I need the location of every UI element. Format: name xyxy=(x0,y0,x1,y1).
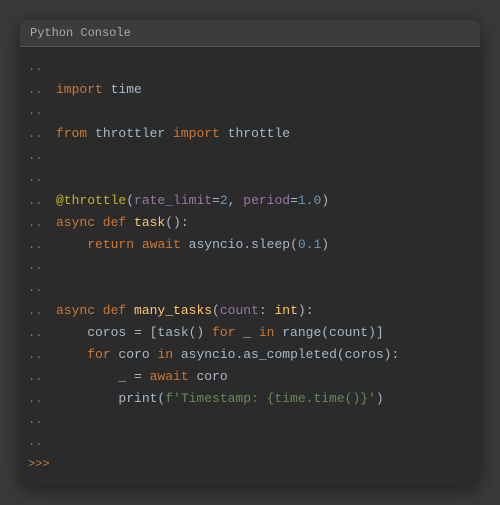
prompt: .. xyxy=(28,367,56,387)
prompt: .. xyxy=(28,80,56,100)
prompt: .. xyxy=(28,57,56,77)
prompt: .. xyxy=(28,389,56,409)
cursor-line[interactable]: >>> xyxy=(20,454,480,474)
line-def-task: .. async def task(): xyxy=(20,212,480,234)
line-from-import: .. from throttler import throttle xyxy=(20,123,480,145)
repl-prompt: >>> xyxy=(28,454,56,474)
prompt: .. xyxy=(28,301,56,321)
prompt: .. xyxy=(28,323,56,343)
line-1: .. xyxy=(20,57,480,79)
prompt: .. xyxy=(28,146,56,166)
prompt: .. xyxy=(28,124,56,144)
prompt: .. xyxy=(28,235,56,255)
line-empty-2: .. xyxy=(20,146,480,168)
python-console-window: Python Console .. .. import time .. .. f… xyxy=(20,20,480,484)
prompt: .. xyxy=(28,410,56,430)
window-title: Python Console xyxy=(30,26,131,40)
prompt: .. xyxy=(28,256,56,276)
prompt: .. xyxy=(28,168,56,188)
code-area[interactable]: .. .. import time .. .. from throttler i… xyxy=(20,47,480,484)
line-for-coro: .. for coro in asyncio.as_completed(coro… xyxy=(20,344,480,366)
line-empty-4: .. xyxy=(20,256,480,278)
line-empty-1: .. xyxy=(20,101,480,123)
line-import-time: .. import time xyxy=(20,79,480,101)
prompt: .. xyxy=(28,345,56,365)
line-return: .. return await asyncio.sleep(0.1) xyxy=(20,234,480,256)
title-bar: Python Console xyxy=(20,20,480,47)
line-coros: .. coros = [task() for _ in range(count)… xyxy=(20,322,480,344)
prompt: .. xyxy=(28,213,56,233)
line-empty-3: .. xyxy=(20,168,480,190)
line-def-many-tasks: .. async def many_tasks(count: int): xyxy=(20,300,480,322)
prompt: .. xyxy=(28,278,56,298)
line-empty-7: .. xyxy=(20,432,480,454)
line-print: .. print(f'Timestamp: {time.time()}') xyxy=(20,388,480,410)
line-empty-6: .. xyxy=(20,410,480,432)
line-empty-5: .. xyxy=(20,278,480,300)
prompt: .. xyxy=(28,432,56,452)
prompt: .. xyxy=(28,191,56,211)
line-await-coro: .. _ = await coro xyxy=(20,366,480,388)
prompt: .. xyxy=(28,101,56,121)
line-decorator: .. @throttle(rate_limit=2, period=1.0) xyxy=(20,190,480,212)
